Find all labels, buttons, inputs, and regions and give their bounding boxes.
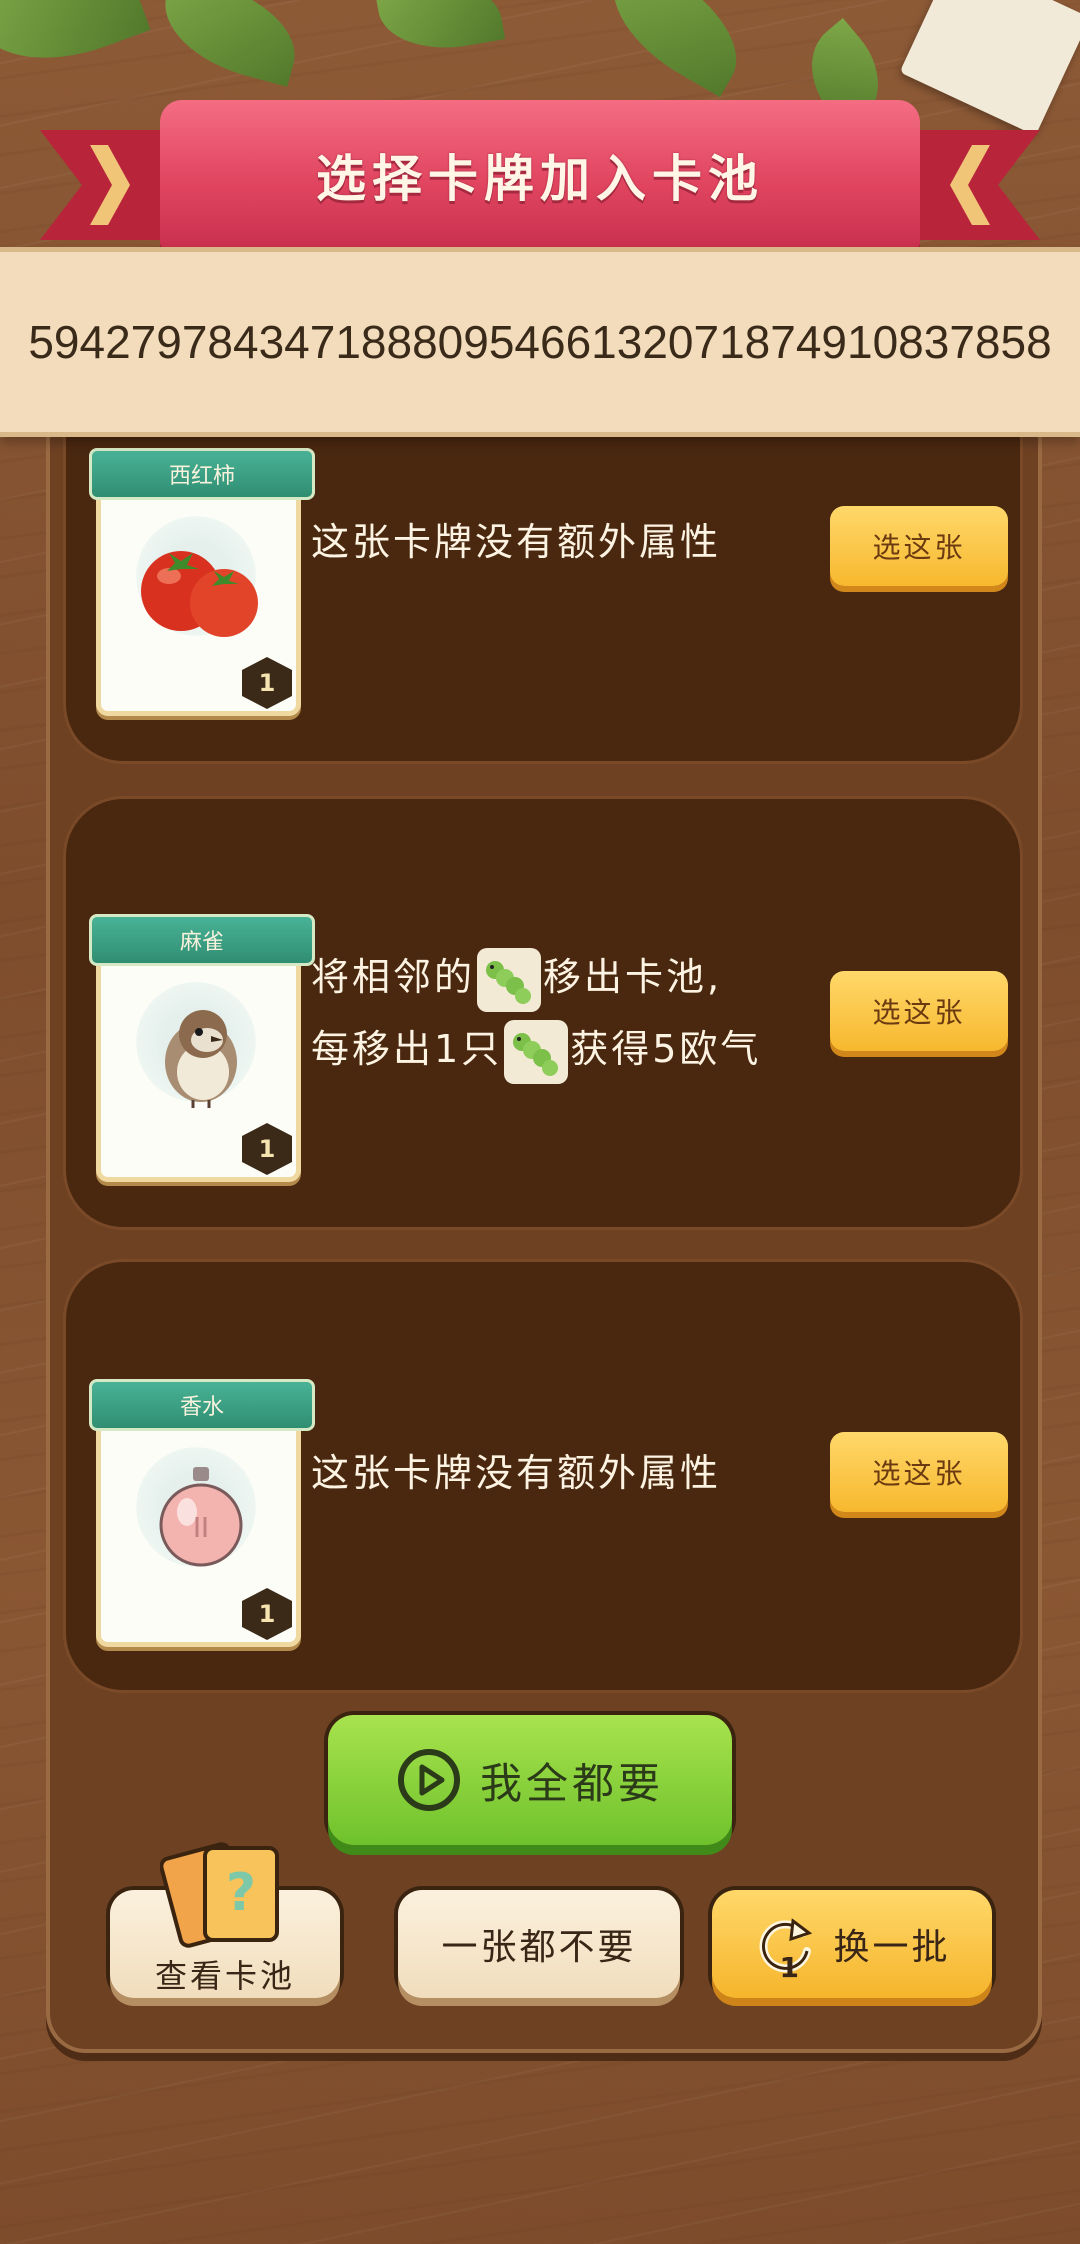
card-level-badge: 1 xyxy=(242,657,292,709)
take-all-button[interactable]: 我全都要 xyxy=(328,1715,732,1845)
refresh-icon-wrap: 1 xyxy=(753,1911,819,1984)
card-name: 香水 xyxy=(179,1395,224,1420)
card-level: 1 xyxy=(258,1600,276,1628)
card-option-perfume: 香水 1 这张卡牌没有额外属性 选这张 xyxy=(63,1259,1023,1693)
paper-decoration xyxy=(899,0,1080,136)
card-option-sparrow: 麻雀 1 将相邻的 移出卡池, 每移出1只 获得5欧气 选这张 xyxy=(63,796,1023,1230)
leaf-decoration xyxy=(590,0,760,98)
refresh-count: 1 xyxy=(779,1951,799,1984)
refresh-button[interactable]: 1 换一批 xyxy=(712,1890,992,1998)
card-image: 西红柿 1 xyxy=(89,448,315,716)
view-pool-button[interactable]: ? 查看卡池 xyxy=(110,1842,340,1998)
card-image: 麻雀 1 xyxy=(89,914,315,1182)
card-level-badge: 1 xyxy=(242,1123,292,1175)
card-pool-icon: ? xyxy=(160,1842,279,1948)
card-name-ribbon: 麻雀 xyxy=(89,914,315,966)
choose-card-button[interactable]: 选这张 xyxy=(830,1432,1008,1512)
card-level: 1 xyxy=(258,1135,276,1163)
sparrow-icon xyxy=(165,1010,237,1108)
card-description: 这张卡牌没有额外属性 xyxy=(311,1451,722,1495)
card-name: 西红柿 xyxy=(168,464,235,489)
perfume-icon xyxy=(159,1467,243,1567)
card-name: 麻雀 xyxy=(179,930,224,955)
title-ribbon: 选择卡牌加入卡池 xyxy=(160,100,920,250)
leaf-decoration xyxy=(0,0,151,85)
leaf-decoration xyxy=(152,0,308,87)
card-description: 将相邻的 移出卡池, 每移出1只 获得5欧气 xyxy=(311,941,761,1085)
number-banner: 5942797843471888095466132071874910837858 xyxy=(0,247,1080,437)
play-icon xyxy=(397,1749,460,1811)
card-level: 1 xyxy=(258,669,276,697)
choose-card-button[interactable]: 选这张 xyxy=(830,506,1008,586)
card-level-badge: 1 xyxy=(242,1588,292,1640)
choose-card-button[interactable]: 选这张 xyxy=(830,971,1008,1051)
svg-text:?: ? xyxy=(226,1863,256,1923)
card-name-ribbon: 香水 xyxy=(89,1379,315,1431)
leaf-decoration xyxy=(374,0,506,60)
tomato-icon xyxy=(141,551,258,637)
caterpillar-icon xyxy=(477,947,542,1012)
card-name-ribbon: 西红柿 xyxy=(89,448,315,500)
card-image: 香水 1 xyxy=(89,1379,315,1647)
take-none-button[interactable]: 一张都不要 xyxy=(398,1890,680,1998)
banner-number: 5942797843471888095466132071874910837858 xyxy=(28,316,1052,368)
caterpillar-icon xyxy=(504,1019,569,1084)
card-description: 这张卡牌没有额外属性 xyxy=(311,520,722,564)
page-title: 选择卡牌加入卡池 xyxy=(316,150,764,208)
